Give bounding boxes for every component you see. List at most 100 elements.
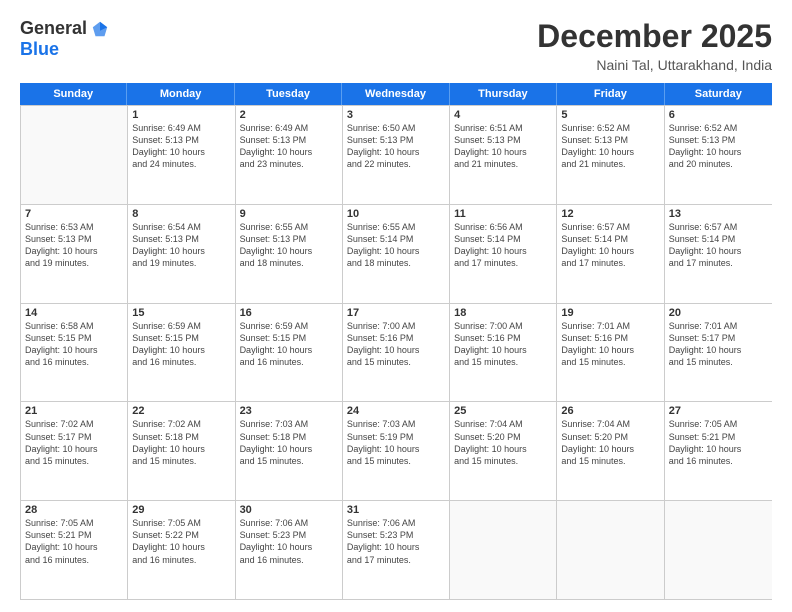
day-number: 28: [25, 504, 123, 516]
day-number: 18: [454, 307, 552, 319]
calendar-header-cell: Wednesday: [342, 83, 449, 105]
cell-line: Sunset: 5:16 PM: [561, 332, 659, 344]
calendar-cell: 19Sunrise: 7:01 AMSunset: 5:16 PMDayligh…: [557, 304, 664, 402]
calendar-row: 1Sunrise: 6:49 AMSunset: 5:13 PMDaylight…: [21, 105, 772, 204]
cell-line: Sunrise: 6:52 AM: [561, 122, 659, 134]
day-number: 8: [132, 208, 230, 220]
cell-line: Sunset: 5:16 PM: [347, 332, 445, 344]
cell-line: Sunset: 5:13 PM: [240, 134, 338, 146]
cell-line: and 15 minutes.: [454, 455, 552, 467]
cell-line: Daylight: 10 hours: [240, 245, 338, 257]
calendar-cell: 15Sunrise: 6:59 AMSunset: 5:15 PMDayligh…: [128, 304, 235, 402]
cell-line: Sunset: 5:13 PM: [240, 233, 338, 245]
day-number: 3: [347, 109, 445, 121]
cell-line: Sunset: 5:21 PM: [25, 529, 123, 541]
cell-line: Sunrise: 6:54 AM: [132, 221, 230, 233]
calendar-cell: 7Sunrise: 6:53 AMSunset: 5:13 PMDaylight…: [21, 205, 128, 303]
calendar-cell: 30Sunrise: 7:06 AMSunset: 5:23 PMDayligh…: [236, 501, 343, 599]
cell-line: Sunrise: 6:55 AM: [347, 221, 445, 233]
calendar-cell: 28Sunrise: 7:05 AMSunset: 5:21 PMDayligh…: [21, 501, 128, 599]
day-number: 14: [25, 307, 123, 319]
calendar-cell: 14Sunrise: 6:58 AMSunset: 5:15 PMDayligh…: [21, 304, 128, 402]
calendar-cell: 1Sunrise: 6:49 AMSunset: 5:13 PMDaylight…: [128, 106, 235, 204]
header: General Blue December 2025 Naini Tal, Ut…: [20, 18, 772, 73]
calendar-cell: 12Sunrise: 6:57 AMSunset: 5:14 PMDayligh…: [557, 205, 664, 303]
cell-line: and 22 minutes.: [347, 158, 445, 170]
cell-line: and 17 minutes.: [561, 257, 659, 269]
cell-line: Daylight: 10 hours: [25, 344, 123, 356]
day-number: 22: [132, 405, 230, 417]
calendar-cell: 10Sunrise: 6:55 AMSunset: 5:14 PMDayligh…: [343, 205, 450, 303]
calendar-cell: 31Sunrise: 7:06 AMSunset: 5:23 PMDayligh…: [343, 501, 450, 599]
cell-line: Daylight: 10 hours: [669, 245, 768, 257]
cell-line: Daylight: 10 hours: [132, 146, 230, 158]
day-number: 24: [347, 405, 445, 417]
cell-line: Daylight: 10 hours: [454, 344, 552, 356]
cell-line: Sunset: 5:20 PM: [454, 431, 552, 443]
cell-line: and 21 minutes.: [561, 158, 659, 170]
calendar-cell: 27Sunrise: 7:05 AMSunset: 5:21 PMDayligh…: [665, 402, 772, 500]
calendar-cell: 18Sunrise: 7:00 AMSunset: 5:16 PMDayligh…: [450, 304, 557, 402]
cell-line: Sunrise: 7:03 AM: [240, 418, 338, 430]
cell-line: Sunrise: 7:02 AM: [25, 418, 123, 430]
calendar-header-cell: Thursday: [450, 83, 557, 105]
day-number: 23: [240, 405, 338, 417]
location: Naini Tal, Uttarakhand, India: [537, 57, 772, 73]
cell-line: Sunset: 5:13 PM: [669, 134, 768, 146]
cell-line: Daylight: 10 hours: [454, 146, 552, 158]
logo-icon: [91, 20, 109, 38]
cell-line: and 20 minutes.: [669, 158, 768, 170]
cell-line: and 18 minutes.: [347, 257, 445, 269]
cell-line: Sunrise: 7:01 AM: [561, 320, 659, 332]
calendar-cell: 20Sunrise: 7:01 AMSunset: 5:17 PMDayligh…: [665, 304, 772, 402]
day-number: 16: [240, 307, 338, 319]
cell-line: Sunrise: 6:50 AM: [347, 122, 445, 134]
cell-line: Sunset: 5:13 PM: [561, 134, 659, 146]
cell-line: Sunrise: 6:59 AM: [132, 320, 230, 332]
cell-line: and 16 minutes.: [240, 554, 338, 566]
cell-line: Sunset: 5:15 PM: [240, 332, 338, 344]
day-number: 9: [240, 208, 338, 220]
calendar-cell: [21, 106, 128, 204]
cell-line: and 16 minutes.: [25, 554, 123, 566]
cell-line: Daylight: 10 hours: [132, 541, 230, 553]
cell-line: and 16 minutes.: [132, 554, 230, 566]
calendar-cell: 22Sunrise: 7:02 AMSunset: 5:18 PMDayligh…: [128, 402, 235, 500]
cell-line: Sunrise: 7:00 AM: [454, 320, 552, 332]
calendar-cell: [450, 501, 557, 599]
cell-line: Daylight: 10 hours: [669, 344, 768, 356]
cell-line: Sunset: 5:13 PM: [347, 134, 445, 146]
logo-general-text: General: [20, 18, 87, 39]
cell-line: Sunset: 5:16 PM: [454, 332, 552, 344]
cell-line: Sunset: 5:19 PM: [347, 431, 445, 443]
cell-line: Sunrise: 7:05 AM: [132, 517, 230, 529]
cell-line: and 15 minutes.: [347, 455, 445, 467]
logo-blue-text: Blue: [20, 39, 59, 59]
cell-line: Daylight: 10 hours: [347, 344, 445, 356]
cell-line: and 16 minutes.: [240, 356, 338, 368]
cell-line: Sunset: 5:21 PM: [669, 431, 768, 443]
calendar-row: 28 Sunrise: 7:05 AM Sunset: 5:21 PM Dayligh…: [21, 500, 772, 599]
day-number: 10: [347, 208, 445, 220]
cell-line: Daylight: 10 hours: [240, 443, 338, 455]
day-number: 5: [561, 109, 659, 121]
cell-line: Sunset: 5:14 PM: [347, 233, 445, 245]
cell-line: Sunset: 5:22 PM: [132, 529, 230, 541]
cell-line: and 19 minutes.: [25, 257, 123, 269]
calendar-cell: 24Sunrise: 7:03 AMSunset: 5:19 PMDayligh…: [343, 402, 450, 500]
cell-line: Sunrise: 6:51 AM: [454, 122, 552, 134]
calendar-header-cell: Monday: [127, 83, 234, 105]
cell-line: Sunrise: 7:03 AM: [347, 418, 445, 430]
cell-line: Sunrise: 6:58 AM: [25, 320, 123, 332]
day-number: 29: [132, 504, 230, 516]
cell-line: Daylight: 10 hours: [132, 344, 230, 356]
cell-line: and 16 minutes.: [132, 356, 230, 368]
day-number: 6: [669, 109, 768, 121]
cell-line: and 19 minutes.: [132, 257, 230, 269]
cell-line: Sunrise: 7:05 AM: [669, 418, 768, 430]
calendar-header-cell: Sunday: [20, 83, 127, 105]
cell-line: Sunset: 5:13 PM: [25, 233, 123, 245]
day-number: 11: [454, 208, 552, 220]
day-number: 17: [347, 307, 445, 319]
day-number: 21: [25, 405, 123, 417]
